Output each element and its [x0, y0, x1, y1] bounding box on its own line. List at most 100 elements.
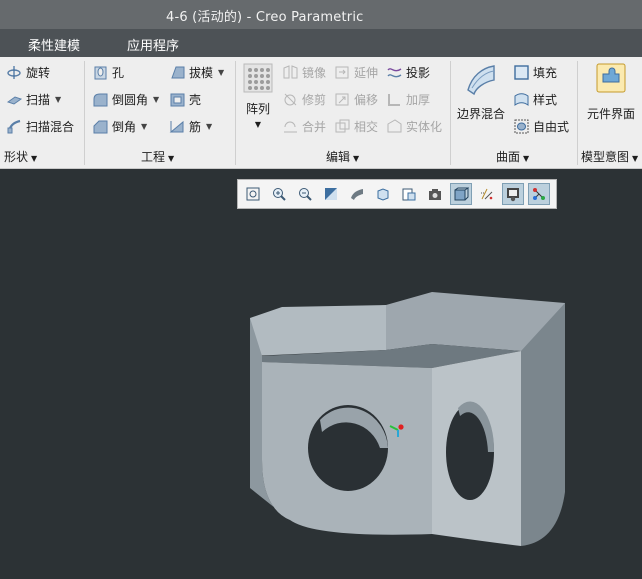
pattern-button[interactable]: 阵列 ▼ — [242, 63, 274, 129]
chevron-down-icon: ▼ — [523, 154, 530, 163]
title-bar: 4-6 (活动的) - Creo Parametric — [0, 0, 642, 29]
merge-label: 合并 — [302, 119, 327, 134]
trim-icon — [284, 93, 297, 105]
display-style-icon[interactable] — [346, 183, 368, 205]
draft-icon — [171, 66, 185, 78]
group-label-engineering[interactable]: 工程 ▼ — [141, 148, 174, 165]
solidify-icon — [387, 118, 402, 132]
model-back-face — [250, 305, 386, 356]
part-model[interactable] — [0, 170, 642, 579]
offset-button[interactable]: 偏移 — [334, 88, 378, 110]
chevron-down-icon[interactable]: ▼ — [55, 95, 61, 104]
group-divider — [235, 61, 236, 165]
thicken-button[interactable]: 加厚 — [386, 88, 430, 110]
sweep-button[interactable]: 扫描 ▼ — [6, 88, 61, 110]
saved-views-icon[interactable] — [372, 183, 394, 205]
graphics-viewport[interactable] — [0, 170, 642, 579]
style-icon — [514, 92, 529, 106]
extend-label: 延伸 — [354, 65, 379, 80]
intersect-icon — [335, 119, 350, 132]
sweep-label: 扫描 — [26, 92, 51, 107]
round-label: 倒圆角 — [112, 92, 149, 107]
component-interface-button[interactable]: 元件界面 — [582, 62, 640, 122]
zoom-in-icon[interactable] — [268, 183, 290, 205]
chevron-down-icon: ▼ — [254, 120, 262, 129]
hole-label: 孔 — [112, 65, 125, 80]
perspective-icon[interactable] — [424, 183, 446, 205]
boundary-blend-icon — [467, 65, 495, 96]
fill-icon — [514, 64, 529, 80]
swept-blend-label: 扫描混合 — [26, 119, 75, 134]
group-label-engineering-text: 工程 — [141, 150, 166, 164]
group-divider — [84, 61, 85, 165]
trim-label: 修剪 — [302, 92, 327, 107]
boundary-blend-button[interactable]: 边界混合 — [455, 62, 507, 122]
solidify-button[interactable]: 实体化 — [386, 115, 442, 137]
style-button[interactable]: 样式 — [513, 88, 557, 110]
chamfer-label: 倒角 — [112, 119, 137, 134]
datum-display-icon[interactable] — [476, 183, 498, 205]
swept-blend-icon — [7, 119, 21, 133]
style-label: 样式 — [533, 92, 558, 107]
freestyle-label: 自由式 — [533, 119, 570, 134]
view-toolbar — [237, 179, 557, 209]
trim-button[interactable]: 修剪 — [282, 88, 326, 110]
swept-blend-button[interactable]: 扫描混合 — [6, 115, 74, 137]
group-label-model-intent-text: 模型意图 — [581, 150, 630, 164]
group-divider — [577, 61, 578, 165]
rib-button[interactable]: 筋 ▼ — [169, 115, 212, 137]
pattern-icon — [243, 63, 273, 93]
chevron-down-icon: ▼ — [31, 154, 38, 163]
refit-icon[interactable] — [242, 183, 264, 205]
group-label-edit-text: 编辑 — [326, 150, 351, 164]
pattern-label: 阵列 — [245, 102, 270, 116]
intersect-label: 相交 — [354, 119, 379, 134]
group-label-shape[interactable]: 形状 ▼ — [4, 148, 37, 165]
offset-icon — [335, 93, 349, 105]
merge-button[interactable]: 合并 — [282, 115, 326, 137]
project-label: 投影 — [406, 65, 431, 80]
round-icon — [93, 93, 108, 106]
shaded-with-edges-icon[interactable] — [450, 183, 472, 205]
draft-button[interactable]: 拔模 ▼ — [169, 61, 224, 83]
hole-icon — [94, 66, 107, 79]
extend-icon — [335, 66, 349, 78]
boundary-blend-label: 边界混合 — [456, 107, 505, 121]
freestyle-button[interactable]: 自由式 — [513, 115, 569, 137]
revolve-label: 旋转 — [26, 65, 51, 80]
offset-label: 偏移 — [354, 92, 379, 107]
intersect-button[interactable]: 相交 — [334, 115, 378, 137]
shell-button[interactable]: 壳 — [169, 88, 201, 110]
menu-bar: 柔性建模 应用程序 — [0, 29, 642, 57]
group-label-surfaces[interactable]: 曲面 ▼ — [496, 148, 529, 165]
zoom-out-icon[interactable] — [294, 183, 316, 205]
group-label-edit[interactable]: 编辑 ▼ — [326, 148, 359, 165]
revolve-button[interactable]: 旋转 — [6, 61, 50, 83]
project-button[interactable]: 投影 — [386, 61, 430, 83]
group-label-model-intent[interactable]: 模型意图 ▼ — [581, 148, 638, 165]
group-divider — [450, 61, 451, 165]
chevron-down-icon[interactable]: ▼ — [153, 95, 159, 104]
view-manager-icon[interactable] — [398, 183, 420, 205]
round-button[interactable]: 倒圆角 ▼ — [92, 88, 159, 110]
chevron-down-icon[interactable]: ▼ — [218, 68, 224, 77]
component-interface-icon — [596, 63, 626, 93]
hole-button[interactable]: 孔 — [92, 61, 124, 83]
fill-label: 填充 — [533, 65, 558, 80]
chamfer-icon — [93, 120, 108, 133]
tab-applications[interactable]: 应用程序 — [127, 35, 179, 54]
mirror-button[interactable]: 镜像 — [282, 61, 326, 83]
tab-flexible-modeling[interactable]: 柔性建模 — [28, 35, 80, 54]
extend-button[interactable]: 延伸 — [334, 61, 378, 83]
fill-button[interactable]: 填充 — [513, 61, 557, 83]
repaint-icon[interactable] — [320, 183, 342, 205]
spin-center-icon[interactable] — [502, 183, 524, 205]
freestyle-icon — [514, 119, 529, 133]
chevron-down-icon[interactable]: ▼ — [206, 122, 212, 131]
chevron-down-icon[interactable]: ▼ — [141, 122, 147, 131]
window-title: 4-6 (活动的) - Creo Parametric — [166, 10, 364, 25]
chevron-down-icon: ▼ — [168, 154, 175, 163]
group-label-shape-text: 形状 — [4, 150, 29, 164]
chamfer-button[interactable]: 倒角 ▼ — [92, 115, 147, 137]
annotation-display-icon[interactable] — [528, 183, 550, 205]
